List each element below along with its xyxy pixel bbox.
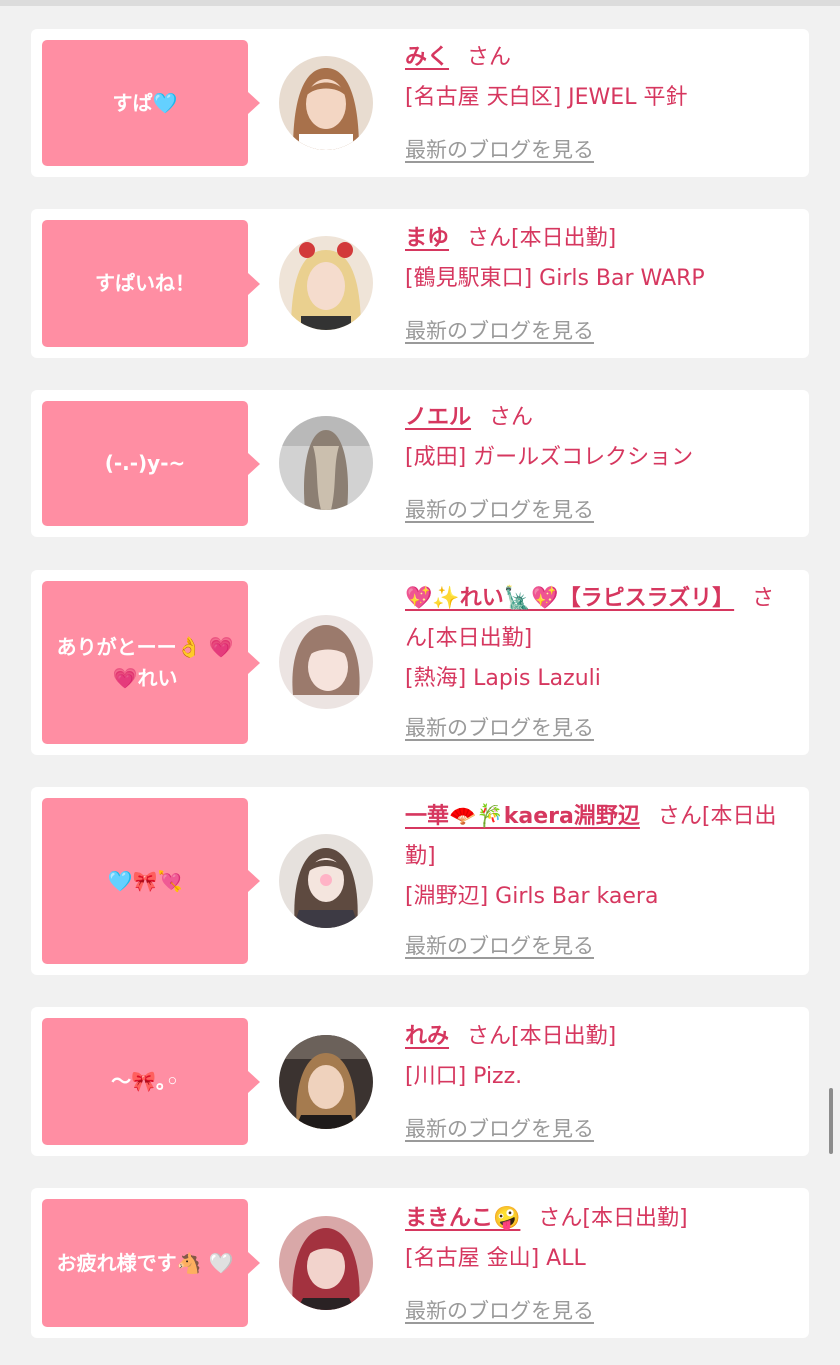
- shop-name: [名古屋 金山] ALL: [405, 1246, 586, 1271]
- cast-name-link[interactable]: 一華🪭🎋kaera淵野辺: [405, 804, 640, 829]
- avatar-image: [279, 834, 373, 928]
- latest-blog-link[interactable]: 最新のブログを見る: [405, 494, 594, 524]
- latest-blog-link[interactable]: 最新のブログを見る: [405, 1295, 594, 1325]
- honorific: さん: [657, 804, 702, 829]
- avatar[interactable]: [279, 615, 373, 709]
- cast-name-link[interactable]: れみ: [405, 1024, 449, 1049]
- list-item: ありがとーー👌 💗💗れい 💖✨れい🗽💖【ラピスラズリ】 さん[本日出勤] [熱海]…: [31, 570, 809, 755]
- cast-name-link[interactable]: みく: [405, 45, 449, 70]
- attendance-status: [本日出勤]: [511, 226, 617, 251]
- avatar-image: [279, 416, 373, 510]
- honorific: さん: [467, 45, 512, 70]
- entry-info: みく さん [名古屋 天白区] JEWEL 平針: [405, 38, 791, 118]
- shop-name: [川口] Pizz.: [405, 1064, 523, 1089]
- avatar[interactable]: [279, 56, 373, 150]
- honorific: さん: [538, 1206, 583, 1231]
- cast-name-link[interactable]: 💖✨れい🗽💖【ラピスラズリ】: [405, 586, 734, 611]
- message-bubble: ありがとーー👌 💗💗れい: [42, 581, 260, 744]
- message-bubble: 🩵🎀💘: [42, 798, 260, 964]
- shop-name: [熱海] Lapis Lazuli: [405, 666, 601, 691]
- cast-name-link[interactable]: まきんこ🤪: [405, 1206, 520, 1231]
- avatar-image: [279, 1216, 373, 1310]
- entry-info: れみ さん[本日出勤] [川口] Pizz.: [405, 1017, 791, 1097]
- shop-name: [鶴見駅東口] Girls Bar WARP: [405, 266, 705, 291]
- latest-blog-link[interactable]: 最新のブログを見る: [405, 315, 594, 345]
- list-item: 〜🎀｡◦ れみ さん[本日出勤] [川口] Pizz. 最新のブログを見る: [31, 1007, 809, 1156]
- entry-info: まゆ さん[本日出勤] [鶴見駅東口] Girls Bar WARP: [405, 219, 791, 299]
- message-text: (-.-)y-~: [104, 451, 186, 475]
- list-item: すぱいね！ まゆ さん[本日出勤] [鶴見駅東口] Girls Bar WARP …: [31, 209, 809, 358]
- avatar[interactable]: [279, 834, 373, 928]
- message-text: お疲れ様です🐴 🤍: [56, 1250, 234, 1275]
- blog-comment-list: すぱ🩵 みく さん [名古屋 天白区] JEWEL 平針 最新のブログを見る すぱ…: [0, 0, 840, 1365]
- shop-name: [成田] ガールズコレクション: [405, 445, 694, 470]
- latest-blog-link[interactable]: 最新のブログを見る: [405, 134, 594, 164]
- avatar-image: [279, 1035, 373, 1129]
- latest-blog-link[interactable]: 最新のブログを見る: [405, 712, 594, 742]
- shop-name: [淵野辺] Girls Bar kaera: [405, 884, 659, 909]
- message-text: ありがとーー👌 💗💗れい: [56, 634, 234, 690]
- shop-name: [名古屋 天白区] JEWEL 平針: [405, 85, 688, 110]
- honorific: さん: [467, 226, 512, 251]
- message-text: 🩵🎀💘: [107, 868, 183, 893]
- message-text: すぱいね！: [95, 271, 195, 295]
- avatar[interactable]: [279, 1216, 373, 1310]
- avatar-image: [279, 56, 373, 150]
- entry-info: 一華🪭🎋kaera淵野辺 さん[本日出勤] [淵野辺] Girls Bar kae…: [405, 797, 791, 917]
- scrollbar-thumb[interactable]: [829, 1088, 833, 1154]
- message-bubble: すぱ🩵: [42, 40, 260, 166]
- latest-blog-link[interactable]: 最新のブログを見る: [405, 930, 594, 960]
- avatar[interactable]: [279, 236, 373, 330]
- avatar[interactable]: [279, 416, 373, 510]
- avatar-image: [279, 615, 373, 709]
- attendance-status: [本日出勤]: [427, 626, 533, 651]
- message-text: 〜🎀｡◦: [111, 1069, 179, 1093]
- avatar-image: [279, 236, 373, 330]
- list-item: すぱ🩵 みく さん [名古屋 天白区] JEWEL 平針 最新のブログを見る: [31, 29, 809, 177]
- cast-name-link[interactable]: まゆ: [405, 226, 449, 251]
- latest-blog-link[interactable]: 最新のブログを見る: [405, 1113, 594, 1143]
- message-bubble: (-.-)y-~: [42, 401, 260, 526]
- honorific: さん: [489, 405, 534, 430]
- honorific: さん: [467, 1024, 512, 1049]
- entry-info: 💖✨れい🗽💖【ラピスラズリ】 さん[本日出勤] [熱海] Lapis Lazuli: [405, 579, 791, 699]
- avatar[interactable]: [279, 1035, 373, 1129]
- message-bubble: 〜🎀｡◦: [42, 1018, 260, 1145]
- message-bubble: お疲れ様です🐴 🤍: [42, 1199, 260, 1327]
- list-item: お疲れ様です🐴 🤍 まきんこ🤪 さん[本日出勤] [名古屋 金山] ALL 最新の…: [31, 1188, 809, 1338]
- entry-info: まきんこ🤪 さん[本日出勤] [名古屋 金山] ALL: [405, 1199, 791, 1279]
- list-item: (-.-)y-~ ノエル さん [成田] ガールズコレクション 最新のブログを見る: [31, 390, 809, 537]
- message-bubble: すぱいね！: [42, 220, 260, 347]
- attendance-status: [本日出勤]: [511, 1024, 617, 1049]
- list-item: 🩵🎀💘 一華🪭🎋kaera淵野辺 さん[本日出勤] [淵野辺] Girls Bar…: [31, 787, 809, 975]
- message-text: すぱ🩵: [112, 90, 178, 115]
- cast-name-link[interactable]: ノエル: [405, 405, 471, 430]
- entry-info: ノエル さん [成田] ガールズコレクション: [405, 398, 791, 478]
- attendance-status: [本日出勤]: [582, 1206, 688, 1231]
